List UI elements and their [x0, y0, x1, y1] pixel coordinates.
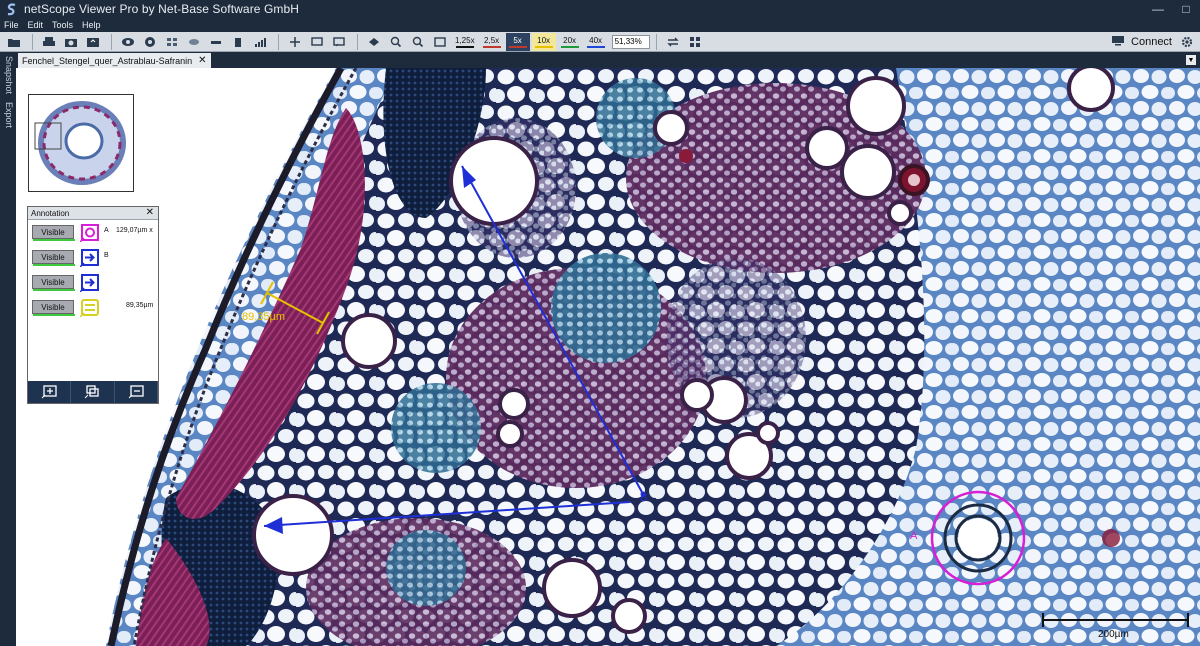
- toolbar: 1,25x 2,5x 5x 10x 20x 40x 51,33% Connect: [0, 32, 1200, 52]
- menu-help[interactable]: Help: [82, 20, 101, 30]
- app-window: netScope Viewer Pro by Net-Base Software…: [0, 0, 1200, 646]
- annotation-panel: Annotation ✕ Visible A 129,07µm x Visibl…: [27, 206, 159, 404]
- add-annotation-icon[interactable]: [28, 381, 72, 403]
- minus-bar-icon[interactable]: [206, 33, 226, 51]
- circle-annotation-icon[interactable]: [80, 224, 100, 242]
- snapshot-export-icon[interactable]: [83, 33, 103, 51]
- annotation-row: Visible: [30, 273, 158, 293]
- zoom-10x-button[interactable]: 10x: [531, 32, 556, 51]
- monitor-icon: [1111, 35, 1125, 49]
- connect-label: Connect: [1131, 36, 1172, 48]
- menu-edit[interactable]: Edit: [28, 20, 44, 30]
- crosshair-icon[interactable]: [285, 33, 305, 51]
- visible-toggle-button[interactable]: Visible: [32, 275, 75, 291]
- toolbar-divider: [32, 33, 33, 50]
- annotation-value: 89,35µm: [126, 302, 154, 309]
- app-logo-icon: [4, 2, 20, 16]
- annotation-panel-title: Annotation: [31, 208, 70, 218]
- side-panel-strip: Snapshot Export: [0, 52, 16, 646]
- eye-icon[interactable]: [118, 33, 138, 51]
- tab-document[interactable]: Fenchel_Stengel_quer_Astrablau-Safranin …: [18, 53, 211, 68]
- close-icon[interactable]: ✕: [146, 207, 154, 218]
- annotation-value: 129,07µm x: [116, 227, 153, 234]
- scale-bar-label: 200µm: [1098, 629, 1129, 640]
- menu-bar: File Edit Tools Help: [0, 18, 1200, 32]
- measure-annotation-icon[interactable]: [80, 299, 100, 317]
- toolbar-divider: [111, 33, 112, 50]
- toolbar-divider: [278, 33, 279, 50]
- visible-toggle-button[interactable]: Visible: [32, 225, 75, 241]
- zoom-percent-field[interactable]: 51,33%: [611, 34, 650, 49]
- arrow-annotation-icon[interactable]: [80, 274, 100, 292]
- zoom-1-25x-button[interactable]: 1,25x: [452, 33, 478, 51]
- annotation-label: A: [104, 227, 109, 234]
- annotation-panel-footer: [28, 381, 158, 403]
- measurement-label[interactable]: 89,35µm: [242, 311, 285, 323]
- sync-icon[interactable]: [663, 33, 683, 51]
- window-title: netScope Viewer Pro by Net-Base Software…: [24, 2, 300, 16]
- visible-toggle-button[interactable]: Visible: [32, 250, 75, 266]
- zoom-20x-button[interactable]: 20x: [558, 33, 582, 51]
- navigate-icon[interactable]: [364, 33, 384, 51]
- tab-document-label: Fenchel_Stengel_quer_Astrablau-Safranin: [22, 55, 193, 66]
- target-icon[interactable]: [140, 33, 160, 51]
- annotation-row: Visible 89,35µm: [30, 298, 158, 318]
- annotation-label: B: [104, 252, 109, 259]
- zoom-5x-button[interactable]: 5x: [505, 32, 530, 51]
- zoom-out-icon[interactable]: [408, 33, 428, 51]
- fit-screen-icon[interactable]: [430, 33, 450, 51]
- print-icon[interactable]: [39, 33, 59, 51]
- toolbar-divider: [655, 33, 657, 50]
- visible-toggle-button[interactable]: Visible: [32, 300, 75, 316]
- slide-viewer[interactable]: 89,35µm A B: [16, 68, 1200, 646]
- overview-thumbnail[interactable]: [28, 94, 134, 192]
- grid-icon[interactable]: [162, 33, 182, 51]
- layout-grid-icon[interactable]: [685, 33, 705, 51]
- export-side-tab[interactable]: Export: [2, 102, 14, 128]
- annotation-a-label[interactable]: A: [910, 530, 917, 542]
- signal-bars-icon[interactable]: [250, 33, 270, 51]
- zoom-40x-button[interactable]: 40x: [584, 33, 608, 51]
- duplicate-annotation-icon[interactable]: [71, 381, 115, 403]
- annotation-box-icon[interactable]: [329, 33, 349, 51]
- settings-gear-icon[interactable]: [1178, 33, 1196, 51]
- specimen-image: [16, 68, 1200, 646]
- annotation-panel-header: Annotation ✕: [28, 207, 158, 220]
- title-bar: netScope Viewer Pro by Net-Base Software…: [0, 0, 1200, 18]
- document-tab-bar: Fenchel_Stengel_quer_Astrablau-Safranin …: [16, 52, 1200, 68]
- zoom-2-5x-button[interactable]: 2,5x: [480, 33, 504, 51]
- arrow-annotation-icon[interactable]: [80, 249, 100, 267]
- open-folder-icon[interactable]: [4, 33, 24, 51]
- zoom-in-icon[interactable]: [386, 33, 406, 51]
- minimize-button[interactable]: —: [1144, 0, 1172, 18]
- remove-annotation-icon[interactable]: [115, 381, 158, 403]
- battery-icon[interactable]: [228, 33, 248, 51]
- comment-icon[interactable]: [307, 33, 327, 51]
- annotation-row: Visible B: [30, 248, 158, 268]
- annotation-b-label[interactable]: B: [640, 492, 647, 504]
- menu-file[interactable]: File: [4, 20, 19, 30]
- connect-button[interactable]: Connect: [1111, 32, 1172, 52]
- menu-tools[interactable]: Tools: [52, 20, 73, 30]
- scale-bar: 200µm: [1042, 613, 1190, 643]
- camera-icon[interactable]: [61, 33, 81, 51]
- snapshot-side-tab[interactable]: Snapshot: [2, 56, 14, 94]
- chevron-down-icon[interactable]: ▼: [1186, 55, 1196, 65]
- maximize-button[interactable]: □: [1172, 0, 1200, 18]
- toolbar-divider: [357, 33, 358, 50]
- layers-icon[interactable]: [184, 33, 204, 51]
- annotation-row: Visible A 129,07µm x: [30, 223, 158, 243]
- close-icon[interactable]: ✕: [198, 55, 206, 66]
